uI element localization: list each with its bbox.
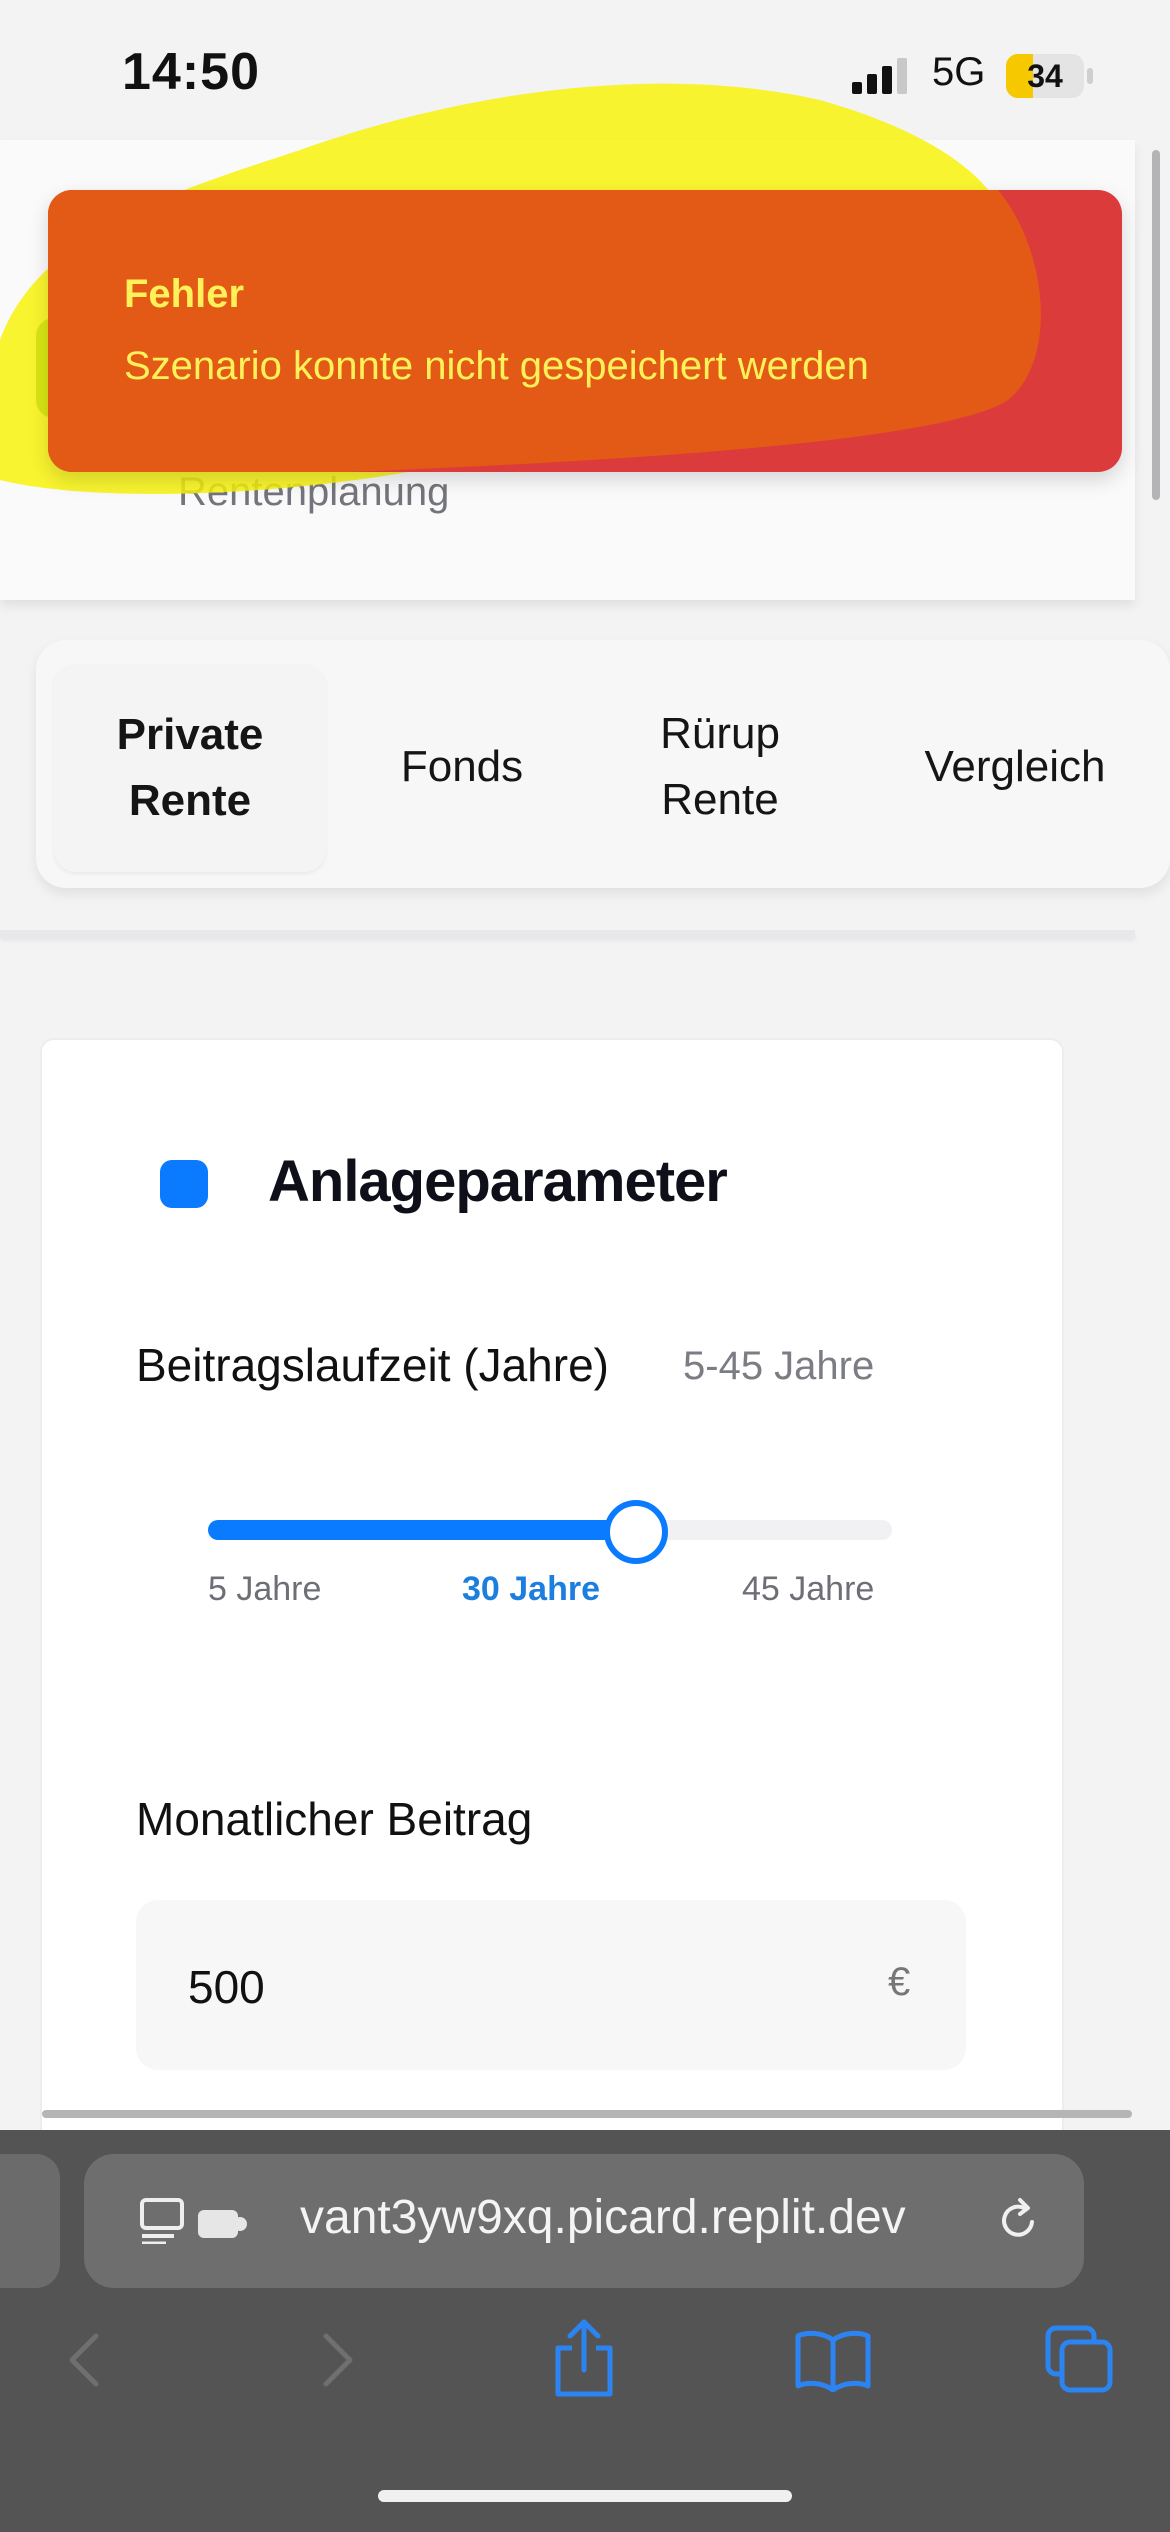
section-divider: [0, 930, 1135, 938]
share-icon[interactable]: [552, 2318, 616, 2398]
tab-label: Rürup Rente: [660, 709, 780, 824]
slider-max-label: 45 Jahre: [742, 1570, 875, 1608]
duration-label: Beitragslaufzeit (Jahre): [136, 1339, 609, 1391]
tab-label: Private Rente: [116, 710, 264, 825]
duration-slider-fill: [208, 1520, 636, 1540]
parameters-icon: [160, 1160, 208, 1208]
toast-message: Szenario konnte nicht gespeichert werden: [124, 344, 869, 388]
contribution-label: Monatlicher Beitrag: [136, 1793, 533, 1845]
highlight-overlay: [48, 190, 1041, 472]
parameters-heading: Anlageparameter: [268, 1149, 728, 1214]
error-toast[interactable]: [48, 190, 1122, 472]
bookmarks-icon[interactable]: [794, 2330, 872, 2392]
slider-value-label: 30 Jahre: [462, 1570, 600, 1608]
tab-fonds[interactable]: Fonds: [362, 700, 562, 834]
reader-icon[interactable]: [138, 2196, 186, 2244]
reload-icon[interactable]: [994, 2196, 1042, 2244]
duration-range-hint: 5-45 Jahre: [683, 1344, 875, 1388]
toast-title: Fehler: [124, 272, 245, 316]
horizontal-scrollbar[interactable]: [42, 2110, 1132, 2118]
duration-slider-thumb[interactable]: [603, 1500, 668, 1564]
url-text[interactable]: vant3yw9xq.picard.replit.dev: [300, 2190, 906, 2245]
tab-ruerup-rente[interactable]: Rürup Rente: [600, 700, 840, 834]
previous-tab-peek[interactable]: [0, 2154, 60, 2288]
tab-vergleich[interactable]: Vergleich: [890, 700, 1140, 834]
tab-label: Fonds: [400, 742, 524, 791]
vertical-scrollbar[interactable]: [1152, 150, 1160, 500]
forward-icon[interactable]: [318, 2330, 358, 2390]
slider-min-label: 5 Jahre: [208, 1570, 322, 1608]
tab-label: Vergleich: [924, 742, 1106, 791]
extension-icon[interactable]: [198, 2206, 248, 2240]
tab-private-rente[interactable]: Private Rente: [54, 664, 326, 872]
currency-symbol: €: [888, 1960, 911, 2004]
back-icon[interactable]: [64, 2330, 104, 2390]
contribution-value[interactable]: 500: [188, 1960, 265, 2014]
home-indicator[interactable]: [378, 2490, 792, 2502]
tabs-icon[interactable]: [1044, 2324, 1114, 2394]
